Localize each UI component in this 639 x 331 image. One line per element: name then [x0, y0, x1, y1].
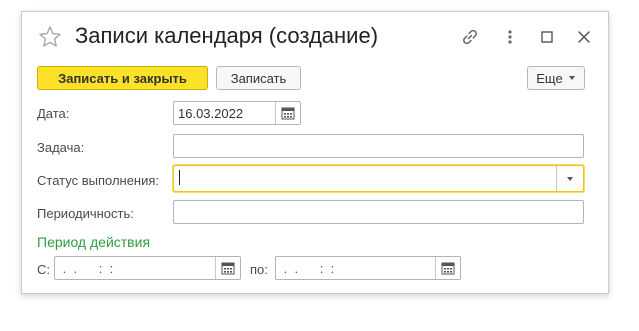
- period-from-field[interactable]: . . : :: [54, 256, 241, 280]
- status-select[interactable]: [173, 165, 584, 192]
- save-button[interactable]: Записать: [216, 66, 301, 90]
- date-calendar-button[interactable]: [275, 102, 300, 124]
- period-section-title: Период действия: [37, 234, 151, 250]
- more-label: Еще: [536, 70, 563, 86]
- period-to-calendar-button[interactable]: [435, 257, 460, 279]
- task-field[interactable]: [173, 134, 584, 158]
- star-icon[interactable]: [38, 25, 62, 49]
- date-value: 16.03.2022: [178, 106, 244, 121]
- save-and-close-button[interactable]: Записать и закрыть: [37, 66, 208, 90]
- save-label: Записать: [230, 70, 287, 86]
- period-from-calendar-button[interactable]: [215, 257, 240, 279]
- save-and-close-label: Записать и закрыть: [58, 70, 187, 86]
- period-to-field[interactable]: . . : :: [275, 256, 461, 280]
- period-to-label: по:: [250, 262, 268, 277]
- date-field[interactable]: 16.03.2022: [173, 101, 301, 125]
- close-icon[interactable]: [574, 27, 594, 47]
- chevron-down-icon: [567, 176, 573, 181]
- status-label: Статус выполнения:: [37, 173, 160, 188]
- chevron-down-icon: [568, 76, 575, 80]
- more-button[interactable]: Еще: [527, 66, 585, 90]
- period-to-value: . . : :: [280, 261, 335, 276]
- periodicity-label: Периодичность:: [37, 206, 134, 221]
- link-icon[interactable]: [460, 27, 480, 47]
- calendar-icon: [441, 262, 455, 275]
- date-label: Дата:: [37, 106, 70, 121]
- task-label: Задача:: [37, 140, 85, 155]
- status-dropdown-button[interactable]: [556, 166, 583, 191]
- text-cursor: [179, 170, 180, 185]
- period-from-label: С:: [37, 262, 50, 277]
- calendar-icon: [221, 262, 235, 275]
- period-from-value: . . : :: [59, 261, 114, 276]
- maximize-icon[interactable]: [537, 27, 557, 47]
- periodicity-field[interactable]: [173, 200, 584, 224]
- calendar-entry-window: Записи календаря (создание) Записать и з…: [21, 11, 609, 294]
- calendar-icon: [281, 107, 295, 120]
- window-title: Записи календаря (создание): [75, 23, 379, 48]
- more-menu-icon[interactable]: [500, 27, 520, 47]
